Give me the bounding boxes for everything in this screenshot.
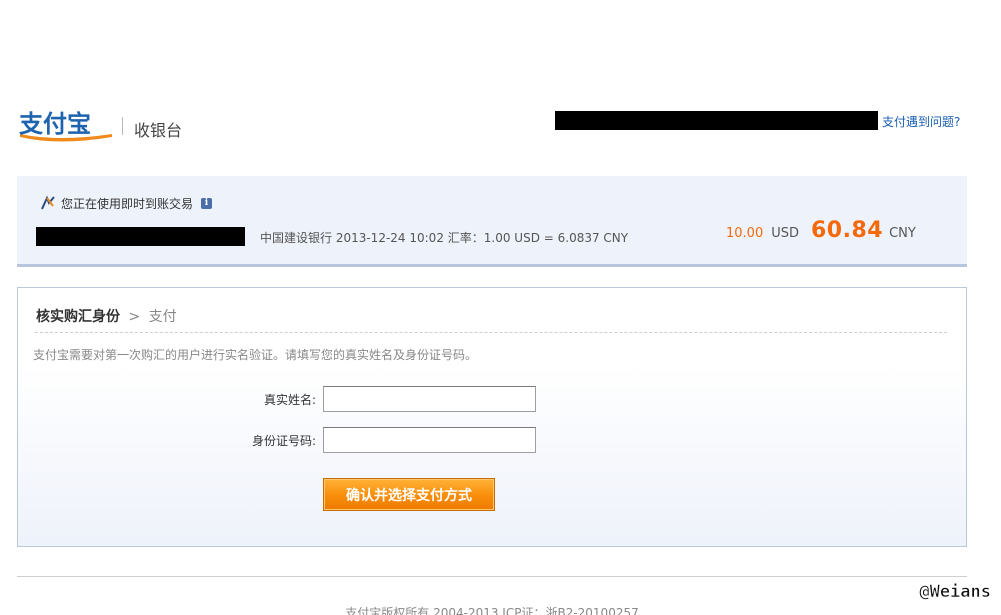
page-title: 收银台 [134,121,183,140]
id-number-input[interactable] [323,427,536,453]
confirm-payment-button[interactable]: 确认并选择支付方式 [323,478,495,511]
transaction-mode: 您正在使用即时到账交易 i [39,194,213,212]
transaction-mode-label: 您正在使用即时到账交易 [61,196,194,211]
amount-cny: 60.84 [811,218,884,243]
currency-cny: CNY [889,226,916,241]
footer-copyright: 支付宝版权所有 2004-2013 ICP证：浙B2-20100257 [345,606,639,615]
step-next: 支付 [148,309,177,325]
redacted-account [555,111,878,130]
order-info-panel: 您正在使用即时到账交易 i 中国建设银行 2013-12-24 10:02 汇率… [17,176,967,267]
id-label: 身份证号码: [251,434,316,448]
instant-transfer-icon [41,195,55,210]
verification-notice: 支付宝需要对第一次购汇的用户进行实名验证。请填写您的真实姓名及身份证号码。 [33,348,478,362]
name-label: 真实姓名: [263,393,316,407]
currency-foreign: USD [771,226,799,241]
step-current: 核实购汇身份 [36,309,120,325]
redacted-order-name [36,227,245,246]
amount-foreign: 10.00 [726,226,764,241]
info-icon[interactable]: i [201,197,213,209]
alipay-logo[interactable]: 支付宝 [18,107,114,143]
order-amount: 10.00 USD 60.84 CNY [726,218,916,243]
order-detail: 中国建设银行 2013-12-24 10:02 汇率：1.00 USD = 6.… [260,231,629,245]
logo-text: 支付宝 [19,110,91,138]
real-name-input[interactable] [323,386,536,412]
step-separator: > [128,309,141,325]
watermark: @Weians [919,582,991,603]
identity-form-panel: 核实购汇身份 > 支付 支付宝需要对第一次购汇的用户进行实名验证。请填写您的真实… [17,287,967,547]
footer-divider [17,576,967,577]
help-link[interactable]: 支付遇到问题? [882,113,960,130]
steps-divider [35,332,947,333]
step-breadcrumb: 核实购汇身份 > 支付 [36,306,177,326]
header-divider [122,117,123,135]
